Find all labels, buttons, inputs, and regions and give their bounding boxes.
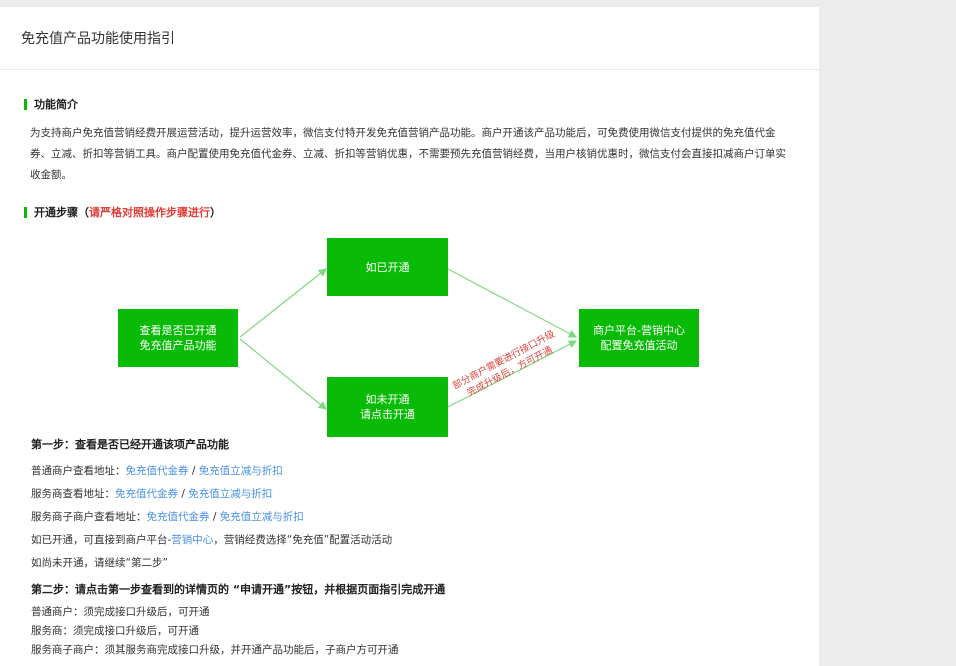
step1-opened-instruction: 如已开通，可直接到商户平台-营销中心，营销经费选择“免充值”配置活动活动	[31, 532, 392, 547]
section-title: 功能简介	[34, 98, 78, 111]
link-discount[interactable]: 免充值立减与折扣	[199, 465, 283, 477]
flow-diagram: 查看是否已开通 免充值产品功能 如已开通 如未开通 请点击开通 商户平台-营销中…	[116, 229, 706, 441]
step2-line-service-provider: 服务商：须完成接口升级后，可开通	[31, 625, 199, 637]
arrow-start-to-opened	[239, 268, 327, 338]
section-marker	[24, 206, 27, 218]
step1-title: 第一步：查看是否已经开通该项产品功能	[31, 438, 229, 451]
link-discount[interactable]: 免充值立减与折扣	[188, 488, 272, 500]
section-title-warning: 请严格对照操作步骤进行	[89, 206, 210, 219]
section-title-end: ）	[210, 206, 221, 219]
intro-paragraph: 为支持商户免充值营销经费开展运营活动，提升运营效率，微信支付特开发免充值营销产品…	[30, 127, 786, 181]
section-heading-steps: 开通步骤（ 请严格对照操作步骤进行）	[24, 204, 221, 220]
step1-not-opened-instruction: 如尚未开通，请继续“第二步”	[31, 557, 168, 569]
link-voucher[interactable]: 免充值代金券	[147, 511, 210, 523]
instruction-text: ，营销经费选择“免充值”配置活动活动	[213, 534, 393, 546]
arrow-start-to-not-opened	[239, 338, 327, 410]
link-voucher[interactable]: 免充值代金券	[126, 465, 189, 477]
link-voucher[interactable]: 免充值代金券	[115, 488, 178, 500]
link-discount[interactable]: 免充值立减与折扣	[220, 511, 304, 523]
step2-line-sub-merchant: 服务商子商户：须其服务商完成接口升级，并开通产品功能后，子商户方可开通	[31, 644, 399, 656]
separator: /	[178, 488, 189, 500]
flow-box-marketing-center: 商户平台-营销中心 配置免充值活动	[579, 309, 699, 367]
step2-title: 第二步：请点击第一步查看到的详情页的 “申请开通”按钮，并根据页面指引完成开通	[31, 583, 446, 596]
link-marketing-center[interactable]: 营销中心	[171, 534, 213, 546]
step2-line-normal: 普通商户：须完成接口升级后，可开通	[31, 606, 210, 618]
row-label: 普通商户查看地址：	[31, 465, 126, 477]
step1-row-normal-merchant: 普通商户查看地址：免充值代金券 / 免充值立减与折扣	[31, 463, 283, 478]
page-title: 免充值产品功能使用指引	[21, 31, 175, 47]
separator: /	[209, 511, 220, 523]
row-label: 服务商子商户查看地址：	[31, 511, 147, 523]
flow-box-check: 查看是否已开通 免充值产品功能	[118, 309, 238, 367]
row-label: 服务商查看地址：	[31, 488, 115, 500]
card-header: 免充值产品功能使用指引	[0, 7, 819, 70]
section-title: 开通步骤（	[34, 206, 89, 219]
flow-box-opened: 如已开通	[327, 238, 448, 296]
step1-row-service-provider: 服务商查看地址：免充值代金券 / 免充值立减与折扣	[31, 486, 272, 501]
step1-row-sub-merchant: 服务商子商户查看地址：免充值代金券 / 免充值立减与折扣	[31, 509, 304, 524]
guide-card: 免充值产品功能使用指引 功能简介 为支持商户免充值营销经费开展运营活动，提升运营…	[0, 7, 819, 666]
instruction-text: 如已开通，可直接到商户平台-	[31, 534, 172, 546]
flow-box-not-opened: 如未开通 请点击开通	[327, 377, 448, 437]
separator: /	[188, 465, 199, 477]
section-marker	[24, 98, 27, 110]
section-heading-intro: 功能简介	[24, 96, 78, 112]
